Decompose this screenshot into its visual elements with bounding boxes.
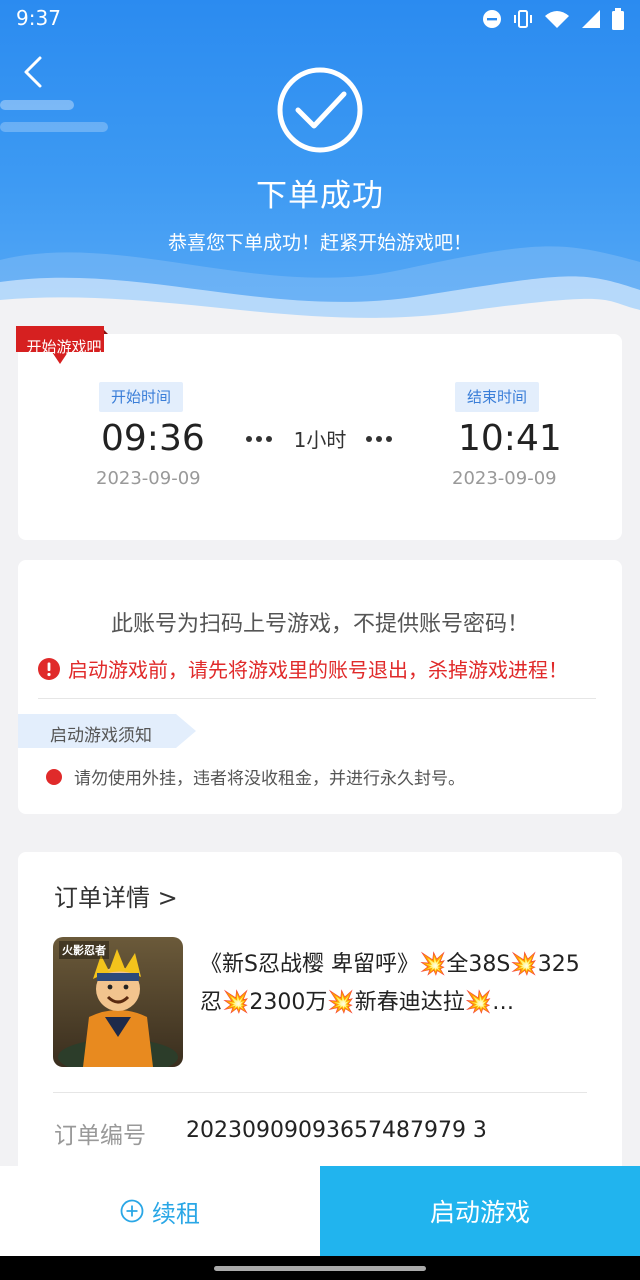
order-number-label: 订单编号 xyxy=(54,1123,146,1149)
plus-circle-icon xyxy=(120,1199,144,1223)
dots-right xyxy=(366,436,392,442)
order-number: 20230909093657487979 3 xyxy=(186,1118,487,1143)
status-time: 9:37 xyxy=(16,6,61,30)
warning-text: 启动游戏前，请先将游戏里的账号退出，杀掉游戏进程！ xyxy=(68,658,568,682)
start-date: 2023-09-09 xyxy=(96,468,201,489)
renew-label: 续租 xyxy=(152,1199,200,1228)
chevron-left-icon xyxy=(24,56,42,88)
order-detail-link[interactable]: 订单详情 > xyxy=(54,878,178,913)
launch-game-button[interactable]: 启动游戏 xyxy=(320,1166,640,1256)
warning-icon xyxy=(38,657,60,680)
rule-text: 请勿使用外挂，违者将没收租金，并进行永久封号。 xyxy=(74,769,465,789)
header-wave-decoration xyxy=(0,100,640,330)
rule-item: 请勿使用外挂，违者将没收租金，并进行永久封号。 xyxy=(46,764,465,789)
game-thumbnail[interactable]: 火影忍者 xyxy=(53,937,183,1067)
start-time: 09:36 xyxy=(101,418,205,459)
wifi-icon xyxy=(545,11,569,28)
product-title[interactable]: 《新S忍战樱 卑留呼》💥全38S💥325忍💥2300万💥新春迪达拉💥… xyxy=(200,946,596,1022)
warning-row: 启动游戏前，请先将游戏里的账号退出，杀掉游戏进程！ xyxy=(38,654,568,683)
do-not-disturb-icon xyxy=(483,10,501,28)
page-title: 下单成功 xyxy=(256,178,384,214)
check-circle-icon xyxy=(277,67,363,153)
end-time: 10:41 xyxy=(458,418,562,459)
end-date: 2023-09-09 xyxy=(452,468,557,489)
tips-title: 启动游戏须知 xyxy=(50,726,152,746)
status-bar: 9:37 xyxy=(0,0,640,38)
success-header: 9:37 下单成功 恭喜您下单成功！赶紧开始游戏吧！ xyxy=(0,0,640,330)
time-card: 开始游戏吧 开始时间 09:36 2023-09-09 1小时 结束时间 10:… xyxy=(16,326,622,540)
notice-card: 此账号为扫码上号游戏，不提供账号密码！ 启动游戏前，请先将游戏里的账号退出，杀掉… xyxy=(18,560,622,814)
thumbnail-text: 火影忍者 xyxy=(59,941,109,959)
back-button[interactable] xyxy=(18,52,52,92)
divider xyxy=(53,1092,587,1093)
bottom-action-bar: 续租 启动游戏 xyxy=(0,1166,640,1256)
renew-button[interactable]: 续租 xyxy=(0,1166,320,1256)
battery-icon xyxy=(612,8,624,30)
bullet-dot xyxy=(46,768,62,785)
home-indicator[interactable] xyxy=(214,1266,426,1271)
start-time-tag: 开始时间 xyxy=(99,382,184,412)
page-subtitle: 恭喜您下单成功！赶紧开始游戏吧！ xyxy=(167,232,472,254)
divider xyxy=(38,698,596,699)
end-time-tag: 结束时间 xyxy=(455,382,540,412)
signal-icon xyxy=(582,10,600,28)
order-card: 订单详情 > 火影忍者 《新S忍战樱 卑留呼》💥全38S💥325忍💥2300万💥… xyxy=(18,852,622,1182)
status-icons xyxy=(482,8,624,30)
vibrate-icon xyxy=(514,10,532,28)
ribbon-label: 开始游戏吧 xyxy=(26,338,102,356)
scan-login-notice: 此账号为扫码上号游戏，不提供账号密码！ xyxy=(110,612,529,637)
